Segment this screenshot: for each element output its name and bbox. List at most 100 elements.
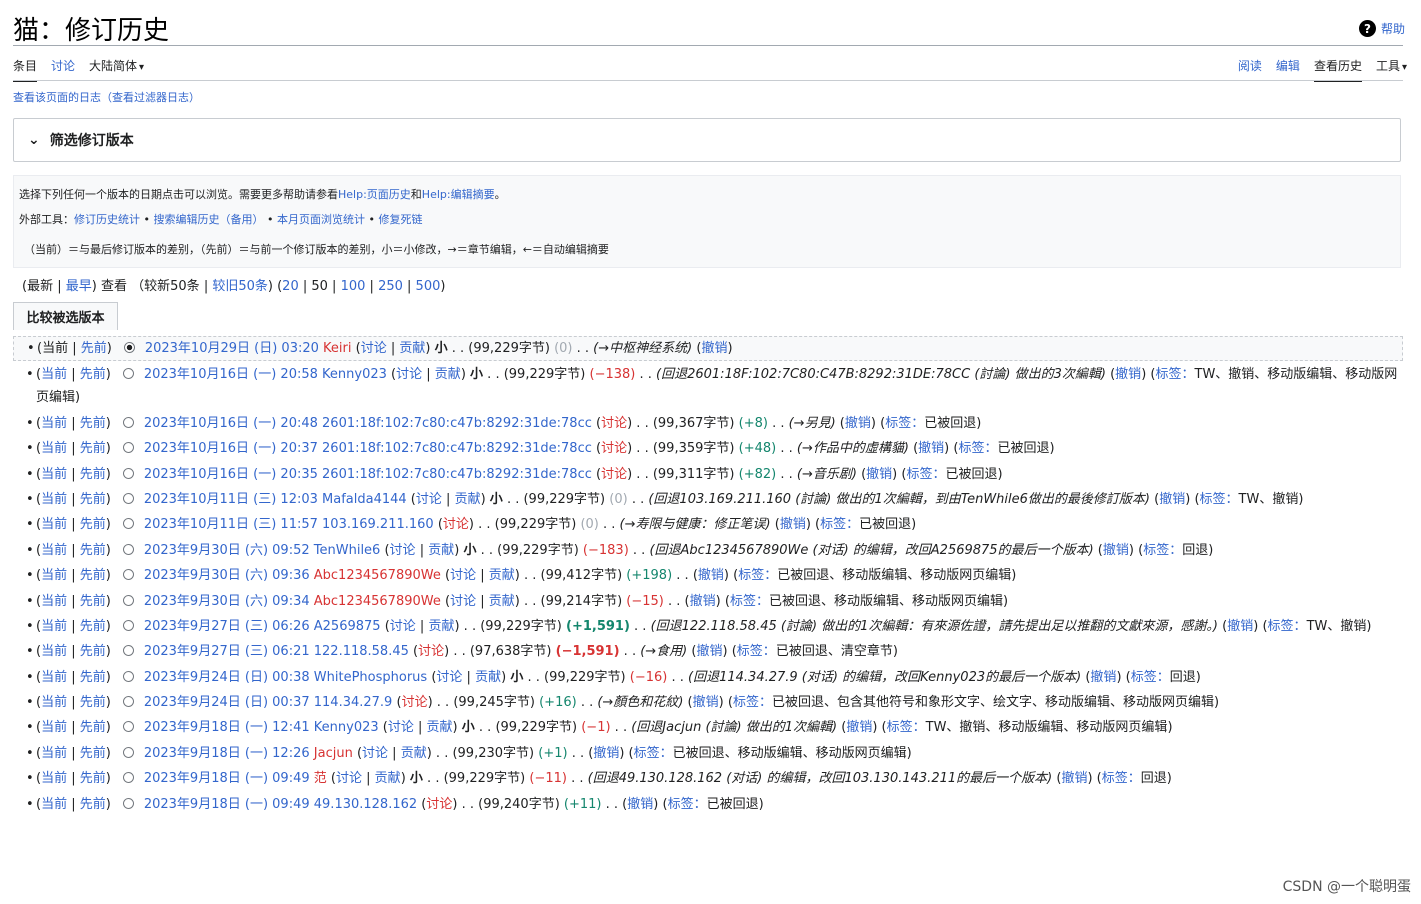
diff-current-link[interactable]: 当前 <box>41 416 67 431</box>
user-link[interactable]: Abc1234567890We <box>314 568 441 583</box>
user-talk-link[interactable]: 讨论 <box>601 467 627 482</box>
undo-link[interactable]: 撤销 <box>918 441 944 456</box>
tags-label[interactable]: 标签： <box>1131 670 1170 685</box>
tags-label[interactable]: 标签： <box>958 441 997 456</box>
diff-prev-link[interactable]: 先前 <box>80 543 106 558</box>
nav-older[interactable]: 较旧50条 <box>212 279 268 294</box>
user-talk-link[interactable]: 讨论 <box>336 771 362 786</box>
user-contrib-link[interactable]: 贡献 <box>455 492 481 507</box>
tool-link[interactable]: 修订历史统计 <box>74 213 140 226</box>
undo-link[interactable]: 撤销 <box>696 644 722 659</box>
compare-revisions-button[interactable]: 比较被选版本 <box>13 302 118 330</box>
diff-prev-link[interactable]: 先前 <box>80 568 106 583</box>
diff-prev-link[interactable]: 先前 <box>80 594 106 609</box>
diff-current-link[interactable]: 当前 <box>41 644 67 659</box>
user-contrib-link[interactable]: 贡献 <box>401 746 427 761</box>
diff-prev-link[interactable]: 先前 <box>80 367 106 382</box>
tool-link[interactable]: 本月页面浏览统计 <box>277 213 365 226</box>
help-link[interactable]: ? 帮助 <box>1358 20 1405 37</box>
revision-date-link[interactable]: 2023年9月24日 (日) 00:38 <box>144 670 310 685</box>
help-page-history-link[interactable]: Help:页面历史 <box>338 188 411 201</box>
diff-current-link[interactable]: 当前 <box>41 441 67 456</box>
diff-current-link[interactable]: 当前 <box>41 467 67 482</box>
tags-label[interactable]: 标签： <box>820 517 859 532</box>
revision-date-link[interactable]: 2023年10月29日 (日) 03:20 <box>145 341 319 356</box>
undo-link[interactable]: 撤销 <box>593 746 619 761</box>
diff-prev-link[interactable]: 先前 <box>80 416 106 431</box>
undo-link[interactable]: 撤销 <box>1103 543 1129 558</box>
revision-radio[interactable] <box>122 492 134 504</box>
undo-link[interactable]: 撤销 <box>701 341 727 356</box>
revision-date-link[interactable]: 2023年9月27日 (三) 06:26 <box>144 619 310 634</box>
user-contrib-link[interactable]: 贡献 <box>399 341 425 356</box>
user-link[interactable]: Jacjun <box>314 746 353 761</box>
revision-radio[interactable] <box>122 797 134 809</box>
revision-radio[interactable] <box>122 467 134 479</box>
diff-prev-link[interactable]: 先前 <box>80 644 106 659</box>
diff-prev-link[interactable]: 先前 <box>80 517 106 532</box>
filter-log-link[interactable]: （查看过滤器日志） <box>101 91 200 104</box>
tags-label[interactable]: 标签： <box>885 416 924 431</box>
undo-link[interactable]: 撤销 <box>698 568 724 583</box>
revision-date-link[interactable]: 2023年9月18日 (一) 09:49 <box>144 771 310 786</box>
undo-link[interactable]: 撤销 <box>1115 367 1141 382</box>
revision-date-link[interactable]: 2023年9月18日 (一) 12:26 <box>144 746 310 761</box>
user-link[interactable]: Mafalda4144 <box>322 492 407 507</box>
limit-link[interactable]: 250 <box>378 279 403 294</box>
user-link[interactable]: 范 <box>314 771 327 786</box>
diff-prev-link[interactable]: 先前 <box>80 720 106 735</box>
user-contrib-link[interactable]: 贡献 <box>489 594 515 609</box>
diff-prev-link[interactable]: 先前 <box>80 441 106 456</box>
revision-date-link[interactable]: 2023年10月16日 (一) 20:35 <box>144 467 318 482</box>
user-contrib-link[interactable]: 贡献 <box>428 543 454 558</box>
diff-current-link[interactable]: 当前 <box>41 619 67 634</box>
diff-prev-link[interactable]: 先前 <box>81 341 107 356</box>
user-talk-link[interactable]: 讨论 <box>402 695 428 710</box>
nav-oldest[interactable]: 最早 <box>66 279 92 294</box>
revision-date-link[interactable]: 2023年9月27日 (三) 06:21 <box>144 644 310 659</box>
page-log-link[interactable]: 查看该页面的日志 <box>13 91 101 104</box>
diff-current-link[interactable]: 当前 <box>41 367 67 382</box>
user-contrib-link[interactable]: 贡献 <box>375 771 401 786</box>
diff-prev-link[interactable]: 先前 <box>80 797 106 812</box>
nav-newest[interactable]: 最新 <box>27 279 53 294</box>
user-talk-link[interactable]: 讨论 <box>361 341 387 356</box>
user-contrib-link[interactable]: 贡献 <box>475 670 501 685</box>
user-link[interactable]: 2601:18f:102:7c80:c47b:8292:31de:78cc <box>322 467 592 482</box>
filter-revisions-toggle[interactable]: ⌄ 筛选修订版本 <box>13 118 1401 162</box>
diff-current-link[interactable]: 当前 <box>41 543 67 558</box>
diff-prev-link[interactable]: 先前 <box>80 695 106 710</box>
tags-label[interactable]: 标签： <box>737 644 776 659</box>
tags-label[interactable]: 标签： <box>730 594 769 609</box>
revision-date-link[interactable]: 2023年9月30日 (六) 09:34 <box>144 594 310 609</box>
revision-date-link[interactable]: 2023年10月16日 (一) 20:37 <box>144 441 318 456</box>
variant-dropdown[interactable]: 大陆简体 ▾ <box>89 57 144 82</box>
user-talk-link[interactable]: 讨论 <box>396 367 422 382</box>
user-link[interactable]: Keiri <box>323 341 351 356</box>
revision-date-link[interactable]: 2023年9月18日 (一) 12:41 <box>144 720 310 735</box>
diff-current-link[interactable]: 当前 <box>41 594 67 609</box>
undo-link[interactable]: 撤销 <box>1090 670 1116 685</box>
undo-link[interactable]: 撤销 <box>846 720 872 735</box>
diff-current-link[interactable]: 当前 <box>41 568 67 583</box>
revision-radio[interactable] <box>122 670 134 682</box>
undo-link[interactable]: 撤销 <box>845 416 871 431</box>
user-link[interactable]: Kenny023 <box>314 720 379 735</box>
limit-link[interactable]: 20 <box>282 279 299 294</box>
revision-radio[interactable] <box>122 543 134 555</box>
user-talk-link[interactable]: 讨论 <box>418 644 444 659</box>
user-talk-link[interactable]: 讨论 <box>390 543 416 558</box>
revision-date-link[interactable]: 2023年10月16日 (一) 20:48 <box>144 416 318 431</box>
user-link[interactable]: 2601:18f:102:7c80:c47b:8292:31de:78cc <box>322 441 592 456</box>
user-talk-link[interactable]: 讨论 <box>416 492 442 507</box>
user-link[interactable]: Kenny023 <box>322 367 387 382</box>
undo-link[interactable]: 撤销 <box>693 695 719 710</box>
tool-link[interactable]: 搜索编辑历史 <box>153 213 219 226</box>
diff-current-link[interactable]: 当前 <box>41 771 67 786</box>
tool-link[interactable]: 修复死链 <box>378 213 422 226</box>
undo-link[interactable]: 撤销 <box>627 797 653 812</box>
tags-label[interactable]: 标签： <box>906 467 945 482</box>
user-talk-link[interactable]: 讨论 <box>443 517 469 532</box>
revision-date-link[interactable]: 2023年9月30日 (六) 09:52 <box>144 543 310 558</box>
tab-read[interactable]: 阅读 <box>1238 57 1262 82</box>
